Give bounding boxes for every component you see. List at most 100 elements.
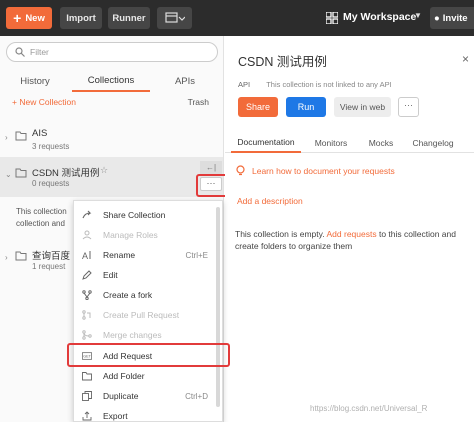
menu-item-label: Share Collection [103, 210, 166, 220]
empty-note-line: This collection [16, 207, 67, 216]
menu-item-manage-roles[interactable]: Manage Roles [74, 225, 222, 245]
chevron-right-icon[interactable]: › [5, 253, 8, 262]
tab-documentation[interactable]: Documentation [231, 133, 301, 153]
collection-empty-note: This collection collection and [16, 206, 76, 230]
star-icon[interactable]: ☆ [100, 165, 108, 176]
api-label: API [238, 80, 251, 89]
top-bar: + New Import Runner My Workspace ▼ ● Inv… [0, 0, 474, 36]
tab-monitors[interactable]: Monitors [309, 133, 353, 153]
duplicate-icon [82, 391, 92, 401]
run-button[interactable]: Run [286, 97, 326, 117]
watermark-text: https://blog.csdn.net/Universal_R [310, 404, 428, 413]
close-icon[interactable]: × [462, 52, 469, 66]
menu-item-export[interactable]: Export [74, 406, 222, 421]
menu-item-shortcut: Ctrl+E [185, 250, 208, 260]
pencil-icon [82, 270, 92, 280]
share-icon [82, 210, 92, 219]
runner-button[interactable]: Runner [108, 7, 150, 29]
new-button[interactable]: + New [6, 7, 52, 29]
tab-apis[interactable]: APIs [160, 70, 210, 92]
view-in-web-button[interactable]: View in web [334, 97, 391, 117]
menu-item-label: Create Pull Request [103, 310, 180, 320]
collection-name: AIS [32, 128, 48, 139]
workspace-switcher[interactable]: My Workspace [343, 11, 416, 23]
collection-item-ais[interactable]: › AIS 3 requests [0, 120, 223, 158]
chevron-down-icon[interactable]: ▼ [414, 11, 422, 20]
api-status-text: This collection is not linked to any API [266, 80, 392, 89]
menu-scrollbar[interactable] [216, 207, 220, 407]
collection-item-csdn[interactable]: ⌄ CSDN 测试用例 ☆ 0 requests ←| ··· [0, 157, 223, 197]
menu-item-duplicate[interactable]: Duplicate Ctrl+D [74, 386, 222, 406]
collection-name: CSDN 测试用例 [32, 168, 100, 179]
folder-icon [15, 251, 27, 261]
collection-detail-panel: CSDN 测试用例 API This collection is not lin… [225, 36, 474, 422]
filter-placeholder: Filter [30, 47, 49, 57]
empty-collection-message: This collection is empty. Add requests t… [235, 228, 470, 252]
menu-item-create-pull-request[interactable]: Create Pull Request [74, 305, 222, 325]
menu-item-merge-changes[interactable]: Merge changes [74, 325, 222, 345]
api-link-status: API This collection is not linked to any… [238, 80, 392, 89]
collection-context-menu: Share Collection Manage Roles A Rename C… [73, 200, 223, 422]
folder-add-icon [82, 372, 92, 381]
tab-mocks[interactable]: Mocks [364, 133, 398, 153]
pull-request-icon [82, 310, 91, 320]
collection-request-count: 1 request [32, 262, 66, 271]
collection-title: CSDN 测试用例 [238, 55, 327, 69]
menu-item-add-folder[interactable]: Add Folder [74, 366, 222, 386]
detail-tabs: Documentation Monitors Mocks Changelog [225, 133, 474, 153]
chevron-right-icon[interactable]: › [5, 133, 8, 142]
menu-item-label: Rename [103, 250, 136, 260]
search-icon [15, 47, 25, 57]
share-button[interactable]: Share [238, 97, 278, 117]
menu-item-share-collection[interactable]: Share Collection [74, 205, 222, 225]
menu-item-shortcut: Ctrl+D [185, 391, 208, 401]
roles-icon [82, 230, 92, 240]
menu-item-label: Export [103, 411, 128, 421]
menu-item-label: Create a fork [103, 290, 153, 300]
add-requests-link[interactable]: Add requests [327, 229, 377, 239]
folder-icon [15, 168, 27, 178]
sidebar-tabs: History Collections APIs [0, 70, 224, 92]
menu-item-rename[interactable]: A Rename Ctrl+E [74, 245, 222, 265]
menu-item-create-fork[interactable]: Create a fork [74, 285, 222, 305]
invite-button[interactable]: ● Invite [430, 7, 474, 29]
new-collection-button[interactable]: + New Collection [12, 97, 76, 107]
workspace-grid-icon [326, 12, 338, 24]
learn-docs-link[interactable]: Learn how to document your requests [235, 165, 395, 176]
folder-icon [15, 131, 27, 141]
export-icon [82, 411, 92, 421]
collapse-arrow-icon[interactable]: ←| [200, 161, 222, 175]
menu-item-label: Duplicate [103, 391, 139, 401]
collection-request-count: 3 requests [32, 142, 70, 151]
empty-message-text: This collection is empty. [235, 229, 327, 239]
menu-item-label: Manage Roles [103, 230, 158, 240]
menu-item-label: Merge changes [103, 330, 162, 340]
filter-input[interactable]: Filter [6, 42, 218, 62]
plus-icon: + [13, 10, 22, 26]
rename-icon: A [82, 251, 91, 260]
new-button-label: New [25, 12, 45, 24]
invite-label: Invite [442, 12, 468, 24]
tab-changelog[interactable]: Changelog [408, 133, 458, 153]
fork-icon [82, 290, 92, 300]
lightbulb-icon [236, 165, 245, 176]
new-window-icon [164, 12, 185, 23]
tab-collections[interactable]: Collections [72, 70, 150, 92]
add-description-link[interactable]: Add a description [237, 196, 303, 206]
collection-request-count: 0 requests [32, 179, 70, 188]
empty-note-line: collection and [16, 219, 65, 228]
menu-item-label: Edit [103, 270, 118, 280]
add-request-highlight [67, 343, 230, 367]
open-new-button[interactable] [157, 7, 192, 29]
merge-icon [82, 330, 92, 340]
more-actions-icon[interactable]: ··· [398, 97, 419, 117]
trash-button[interactable]: Trash [188, 97, 209, 107]
collection-name: 查询百度 [32, 251, 71, 262]
person-icon: ● [434, 12, 440, 24]
import-button[interactable]: Import [60, 7, 102, 29]
chevron-down-icon[interactable]: ⌄ [5, 170, 12, 179]
svg-text:A: A [82, 251, 88, 260]
tab-history[interactable]: History [6, 70, 64, 92]
learn-docs-label: Learn how to document your requests [252, 165, 395, 176]
menu-item-edit[interactable]: Edit [74, 265, 222, 285]
